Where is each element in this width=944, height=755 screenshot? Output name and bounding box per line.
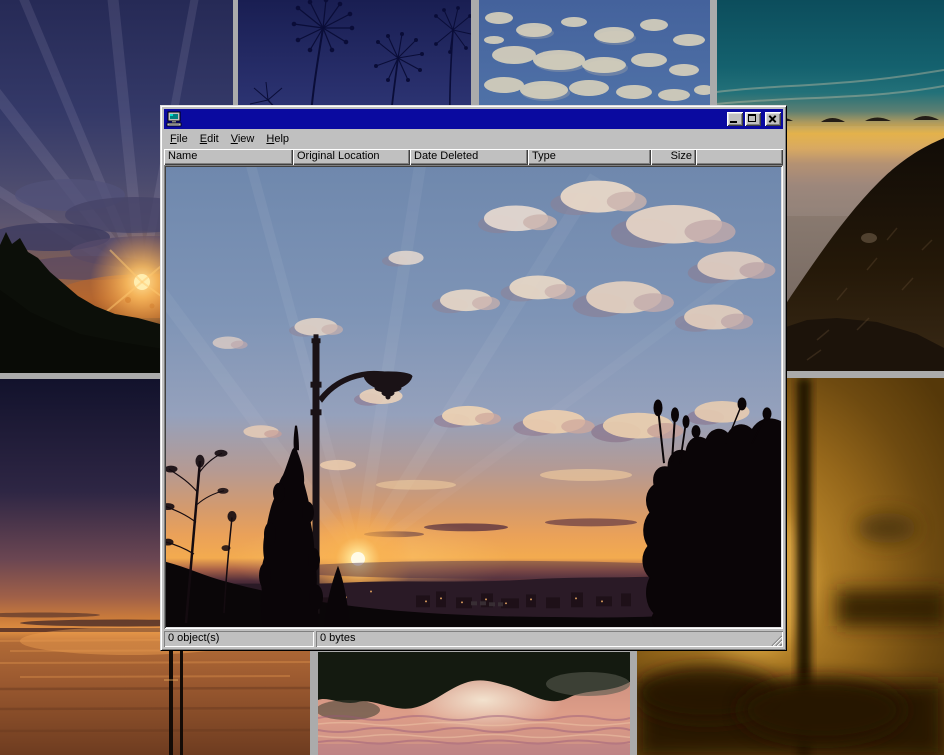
status-object-count: 0 object(s) (164, 631, 314, 647)
column-header-size[interactable]: Size (651, 149, 696, 165)
file-list-view[interactable] (164, 165, 783, 629)
status-size: 0 bytes (316, 631, 783, 647)
status-size-text: 0 bytes (320, 632, 355, 644)
maximize-button[interactable] (745, 112, 761, 126)
minimize-icon (730, 121, 737, 123)
maximize-icon (748, 114, 756, 122)
menu-view[interactable]: View (225, 131, 261, 147)
column-header-original-location[interactable]: Original Location (293, 149, 410, 165)
listview-background-photo (166, 167, 781, 627)
recycle-bin-window: File Edit View Help Name Original Locati… (160, 105, 787, 651)
column-header-name[interactable]: Name (164, 149, 293, 165)
resize-grip[interactable] (770, 634, 782, 646)
minimize-button[interactable] (727, 112, 743, 126)
computer-icon[interactable] (166, 111, 182, 127)
menu-edit[interactable]: Edit (194, 131, 225, 147)
column-header-date-deleted[interactable]: Date Deleted (410, 149, 528, 165)
menu-bar: File Edit View Help (164, 130, 783, 148)
column-header-filler (696, 149, 783, 165)
close-button[interactable] (765, 112, 781, 126)
menu-file[interactable]: File (164, 131, 194, 147)
wallpaper-photo-water-reflections (318, 652, 630, 755)
column-header-type[interactable]: Type (528, 149, 651, 165)
status-bar: 0 object(s) 0 bytes (164, 631, 783, 647)
desktop: { "desktop": { "gap_color": "#ababab", "… (0, 0, 944, 755)
menu-help[interactable]: Help (260, 131, 295, 147)
title-bar[interactable] (164, 109, 783, 129)
column-header-row: Name Original Location Date Deleted Type… (164, 149, 783, 165)
